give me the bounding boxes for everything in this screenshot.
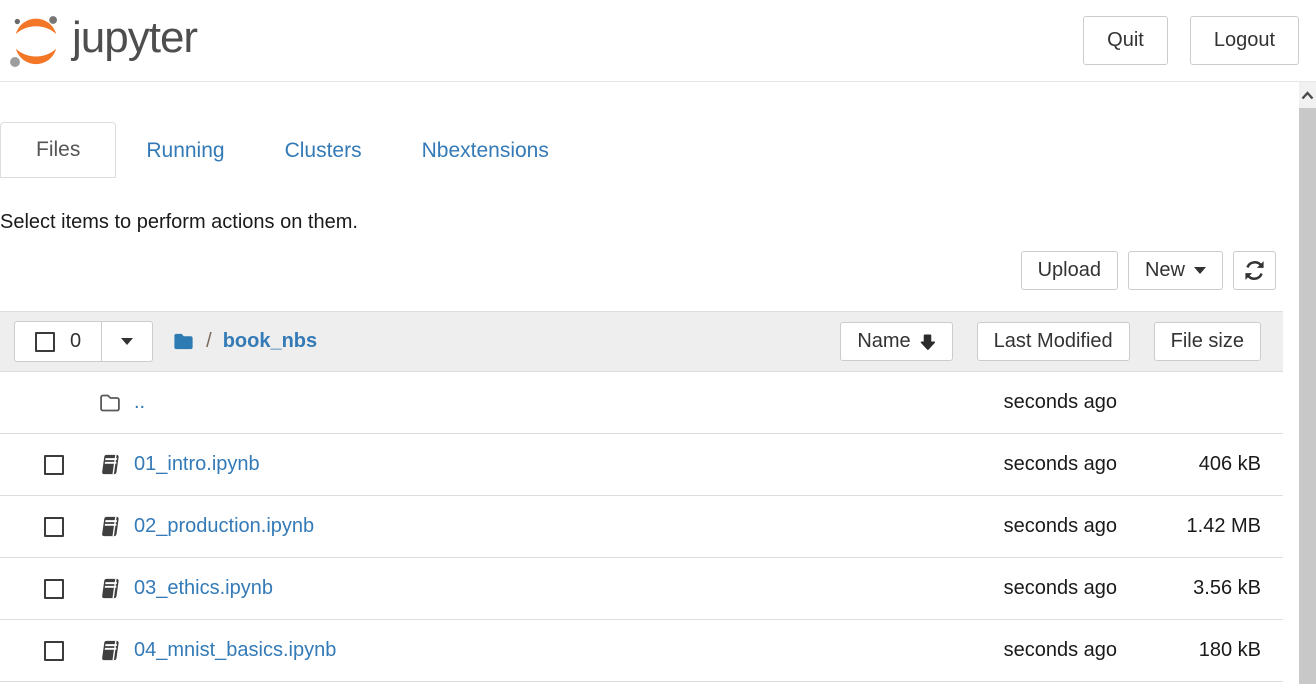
select-all-checkbox[interactable] — [35, 332, 55, 352]
item-link[interactable]: 01_intro.ipynb — [134, 453, 967, 476]
folder-icon[interactable] — [172, 330, 195, 353]
upload-button[interactable]: Upload — [1021, 251, 1118, 290]
caret-down-icon — [121, 338, 133, 345]
row-checkbox[interactable] — [44, 579, 64, 599]
list-item-parent: .. seconds ago — [0, 372, 1283, 434]
item-link[interactable]: 02_production.ipynb — [134, 515, 967, 538]
item-link[interactable]: 04_mnist_basics.ipynb — [134, 639, 967, 662]
row-checkbox[interactable] — [44, 455, 64, 475]
header-buttons: Quit Logout — [1083, 16, 1299, 65]
tab-files[interactable]: Files — [0, 122, 116, 178]
arrow-down-icon — [919, 333, 936, 351]
jupyter-logo-icon — [8, 11, 64, 71]
logout-button[interactable]: Logout — [1190, 16, 1299, 65]
checkbox-cell — [44, 579, 98, 599]
chevron-up-icon — [1301, 91, 1314, 100]
notebook-icon — [98, 577, 121, 600]
row-checkbox[interactable] — [44, 641, 64, 661]
select-button-group: 0 — [14, 321, 153, 362]
item-link[interactable]: .. — [134, 391, 967, 414]
item-size: 1.42 MB — [1117, 515, 1261, 538]
checkbox-cell — [44, 455, 98, 475]
item-modified: seconds ago — [967, 453, 1117, 476]
tab-nbextensions[interactable]: Nbextensions — [392, 124, 579, 178]
sort-last-modified-button[interactable]: Last Modified — [977, 322, 1130, 361]
item-modified: seconds ago — [967, 577, 1117, 600]
checkbox-cell — [44, 641, 98, 661]
new-dropdown-button[interactable]: New — [1128, 251, 1223, 290]
item-size: 180 kB — [1117, 639, 1261, 662]
breadcrumb: / book_nbs — [172, 330, 317, 353]
item-size: 3.56 kB — [1117, 577, 1261, 600]
sort-name-label: Name — [857, 330, 910, 353]
logo-wordmark: jupyter — [72, 13, 197, 63]
select-dropdown-button[interactable] — [102, 322, 152, 361]
list-item-notebook: 04_mnist_basics.ipynb seconds ago 180 kB — [0, 620, 1283, 682]
item-modified: seconds ago — [967, 391, 1117, 414]
item-size: 406 kB — [1117, 453, 1261, 476]
jupyter-logo[interactable]: jupyter — [8, 11, 197, 71]
tab-running[interactable]: Running — [116, 124, 254, 178]
item-link[interactable]: 03_ethics.ipynb — [134, 577, 967, 600]
select-all-button[interactable]: 0 — [15, 322, 102, 361]
sort-name-button[interactable]: Name — [840, 322, 952, 361]
notebook-icon — [98, 515, 121, 538]
tab-bar: Files Running Clusters Nbextensions — [0, 122, 1283, 178]
row-checkbox[interactable] — [44, 517, 64, 537]
breadcrumb-separator: / — [206, 330, 212, 353]
quit-button[interactable]: Quit — [1083, 16, 1168, 65]
item-modified: seconds ago — [967, 515, 1117, 538]
list-item-notebook: 01_intro.ipynb seconds ago 406 kB — [0, 434, 1283, 496]
scrollbar[interactable] — [1299, 82, 1316, 684]
toolbar: Upload New — [0, 251, 1283, 290]
breadcrumb-current-folder[interactable]: book_nbs — [223, 330, 317, 353]
app-header: jupyter Quit Logout — [0, 0, 1316, 82]
notebook-icon — [98, 639, 121, 662]
select-items-notice: Select items to perform actions on them. — [0, 211, 1283, 234]
new-dropdown-label: New — [1145, 259, 1185, 282]
main-content: Files Running Clusters Nbextensions Sele… — [0, 122, 1283, 682]
refresh-icon — [1243, 259, 1266, 282]
caret-down-icon — [1194, 267, 1206, 274]
refresh-button[interactable] — [1233, 251, 1276, 290]
selected-count: 0 — [70, 330, 81, 353]
sort-buttons: Name Last Modified File size — [816, 322, 1261, 361]
file-list: .. seconds ago 01_intro.ipynb secon — [0, 372, 1283, 682]
checkbox-cell — [44, 517, 98, 537]
file-list-header: 0 / book_nbs Name Last Modified File siz… — [0, 311, 1283, 372]
scroll-up-button[interactable] — [1299, 82, 1316, 108]
list-item-notebook: 03_ethics.ipynb seconds ago 3.56 kB — [0, 558, 1283, 620]
scrollbar-thumb[interactable] — [1299, 108, 1316, 684]
item-modified: seconds ago — [967, 639, 1117, 662]
notebook-icon — [98, 453, 121, 476]
sort-file-size-button[interactable]: File size — [1154, 322, 1261, 361]
tab-clusters[interactable]: Clusters — [255, 124, 392, 178]
list-item-notebook: 02_production.ipynb seconds ago 1.42 MB — [0, 496, 1283, 558]
parent-folder-icon — [98, 391, 122, 415]
